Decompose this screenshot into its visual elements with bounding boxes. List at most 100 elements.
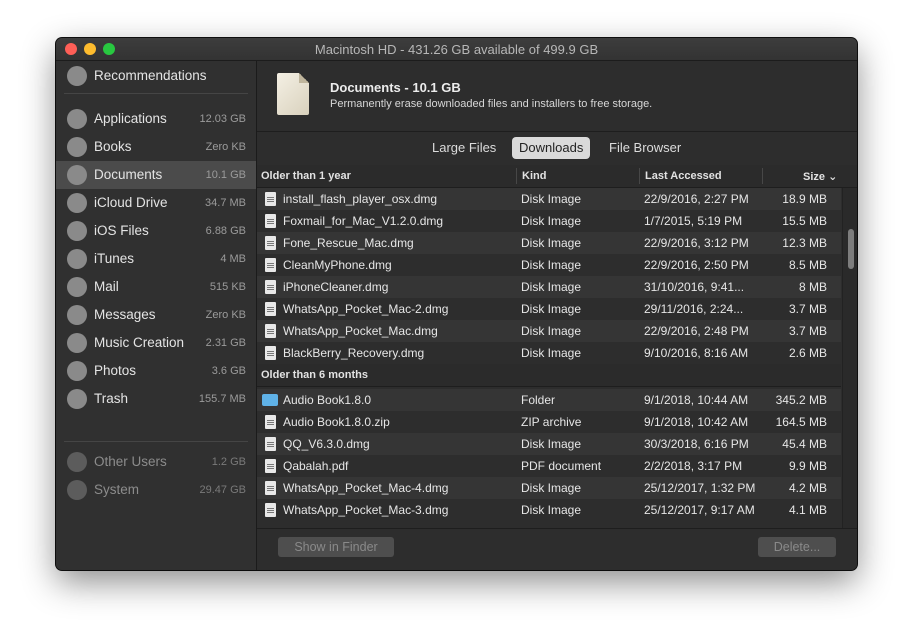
view-tabs: Large Files Downloads File Browser	[257, 137, 857, 163]
cell-name: WhatsApp_Pocket_Mac.dmg	[283, 324, 438, 338]
table-row[interactable]: CleanMyPhone.dmg Disk Image 22/9/2016, 2:5…	[257, 254, 841, 276]
file-icon	[265, 258, 276, 272]
file-icon	[265, 192, 276, 206]
sidebar-item-other-users[interactable]: Other Users 1.2 GB	[56, 448, 256, 476]
photos-icon	[67, 361, 87, 381]
cell-accessed: 22/9/2016, 3:12 PM	[644, 236, 749, 250]
sidebar-item-photos[interactable]: Photos 3.6 GB	[56, 357, 256, 385]
sidebar-item-itunes[interactable]: iTunes 4 MB	[56, 245, 256, 273]
cell-accessed: 22/9/2016, 2:50 PM	[644, 258, 749, 272]
category-description: Permanently erase downloaded files and i…	[330, 98, 653, 110]
cell-name: BlackBerry_Recovery.dmg	[283, 346, 425, 360]
table-row[interactable]: Qabalah.pdf PDF document 2/2/2018, 3:17 PM…	[257, 455, 841, 477]
document-icon	[67, 165, 87, 185]
cell-accessed: 9/1/2018, 10:42 AM	[644, 415, 749, 429]
sidebar: Recommendations Applications 12.03 GB Book…	[56, 61, 257, 570]
sidebar-item-label: Messages	[94, 307, 156, 322]
sidebar-item-size: 515 KB	[209, 281, 246, 293]
file-icon	[265, 302, 276, 316]
table-row[interactable]: QQ_V6.3.0.dmg Disk Image 30/3/2018, 6:16 P…	[257, 433, 841, 455]
sidebar-item-ios-files[interactable]: iOS Files 6.88 GB	[56, 217, 256, 245]
cloud-icon	[67, 193, 87, 213]
sidebar-item-trash[interactable]: Trash 155.7 MB	[56, 385, 256, 413]
column-kind-header[interactable]: Kind	[522, 170, 546, 182]
table-row[interactable]: WhatsApp_Pocket_Mac.dmg Disk Image 22/9/20…	[257, 320, 841, 342]
cell-kind: Disk Image	[521, 503, 582, 517]
table-row[interactable]: Audio Book1.8.0.zip ZIP archive 9/1/2018, …	[257, 411, 841, 433]
group-header: Older than 6 months	[257, 364, 841, 387]
table-row[interactable]: BlackBerry_Recovery.dmg Disk Image 9/10/20…	[257, 342, 841, 364]
cell-kind: Disk Image	[521, 280, 582, 294]
column-separator[interactable]	[639, 168, 640, 184]
column-name-header[interactable]: Older than 1 year	[261, 170, 351, 182]
sidebar-item-icloud-drive[interactable]: iCloud Drive 34.7 MB	[56, 189, 256, 217]
scrollbar[interactable]	[842, 188, 857, 528]
cell-kind: PDF document	[521, 459, 602, 473]
lightbulb-icon	[67, 66, 87, 86]
cell-accessed: 2/2/2018, 3:17 PM	[644, 459, 743, 473]
sidebar-item-label: Books	[94, 139, 132, 154]
table-row[interactable]: Foxmail_for_Mac_V1.2.0.dmg Disk Image 1/7/…	[257, 210, 841, 232]
cell-accessed: 9/10/2016, 8:16 AM	[644, 346, 749, 360]
cell-kind: Disk Image	[521, 302, 582, 316]
table-row[interactable]: iPhoneCleaner.dmg Disk Image 31/10/2016, 9…	[257, 276, 841, 298]
sidebar-divider	[64, 441, 248, 442]
sidebar-item-size: 29.47 GB	[199, 484, 246, 496]
column-separator[interactable]	[516, 168, 517, 184]
column-separator[interactable]	[762, 168, 763, 184]
cell-accessed: 29/11/2016, 2:24...	[644, 302, 744, 316]
tab-large-files[interactable]: Large Files	[425, 137, 503, 159]
sidebar-item-label: System	[94, 482, 140, 497]
document-icon	[277, 73, 309, 115]
sidebar-item-label: Recommendations	[94, 68, 207, 83]
show-in-finder-button[interactable]: Show in Finder	[278, 537, 394, 557]
cell-size: 3.7 MB	[788, 324, 827, 338]
file-icon	[265, 437, 276, 451]
cell-kind: Disk Image	[521, 214, 582, 228]
table-row[interactable]: install_flash_player_osx.dmg Disk Image 22…	[257, 188, 841, 210]
cell-kind: Disk Image	[521, 346, 582, 360]
table-row[interactable]: Audio Book1.8.0 Folder 9/1/2018, 10:44 AM 3…	[257, 389, 841, 411]
sidebar-item-size: 6.88 GB	[205, 225, 246, 237]
cell-name: WhatsApp_Pocket_Mac-4.dmg	[283, 481, 449, 495]
users-icon	[67, 452, 87, 472]
column-size-header[interactable]: Size ⌄	[803, 170, 837, 183]
sidebar-item-size: Zero KB	[205, 141, 246, 153]
file-icon	[265, 280, 276, 294]
file-icon	[265, 236, 276, 250]
cell-name: iPhoneCleaner.dmg	[283, 280, 389, 294]
sidebar-item-label: iTunes	[94, 251, 135, 266]
cell-size: 164.5 MB	[775, 415, 827, 429]
cell-accessed: 22/9/2016, 2:27 PM	[644, 192, 749, 206]
sidebar-item-documents[interactable]: Documents 10.1 GB	[56, 161, 256, 189]
sidebar-item-recommendations[interactable]: Recommendations	[56, 62, 256, 90]
scroll-thumb[interactable]	[848, 229, 854, 269]
sidebar-item-label: Music Creation	[94, 335, 185, 350]
folder-icon	[262, 394, 278, 406]
category-title: Documents - 10.1 GB	[330, 80, 461, 95]
sidebar-item-music-creation[interactable]: Music Creation 2.31 GB	[56, 329, 256, 357]
title-bar: Macintosh HD - 431.26 GB available of 49…	[56, 38, 857, 61]
sidebar-item-books[interactable]: Books Zero KB	[56, 133, 256, 161]
sidebar-item-applications[interactable]: Applications 12.03 GB	[56, 105, 256, 133]
cell-size: 4.2 MB	[788, 481, 827, 495]
cell-size: 12.3 MB	[782, 236, 827, 250]
main-panel: Documents - 10.1 GB Permanently erase do…	[257, 61, 857, 570]
sidebar-item-messages[interactable]: Messages Zero KB	[56, 301, 256, 329]
tab-downloads[interactable]: Downloads	[512, 137, 591, 159]
table-row[interactable]: WhatsApp_Pocket_Mac-4.dmg Disk Image 25/12…	[257, 477, 841, 499]
cell-kind: Disk Image	[521, 437, 582, 451]
delete-button[interactable]: Delete...	[758, 537, 836, 557]
tab-file-browser[interactable]: File Browser	[602, 137, 688, 159]
table-row[interactable]: WhatsApp_Pocket_Mac-2.dmg Disk Image 29/11…	[257, 298, 841, 320]
sidebar-item-system[interactable]: System 29.47 GB	[56, 476, 256, 504]
cell-size: 8 MB	[798, 280, 827, 294]
sidebar-item-mail[interactable]: Mail 515 KB	[56, 273, 256, 301]
sidebar-item-size: Zero KB	[205, 309, 246, 321]
cell-name: WhatsApp_Pocket_Mac-3.dmg	[283, 503, 449, 517]
column-accessed-header[interactable]: Last Accessed	[645, 170, 722, 182]
table-row[interactable]: Fone_Rescue_Mac.dmg Disk Image 22/9/2016, …	[257, 232, 841, 254]
cell-accessed: 25/12/2017, 1:32 PM	[644, 481, 756, 495]
file-list: install_flash_player_osx.dmg Disk Image 22…	[257, 188, 841, 528]
table-row[interactable]: WhatsApp_Pocket_Mac-3.dmg Disk Image 25/12…	[257, 499, 841, 521]
